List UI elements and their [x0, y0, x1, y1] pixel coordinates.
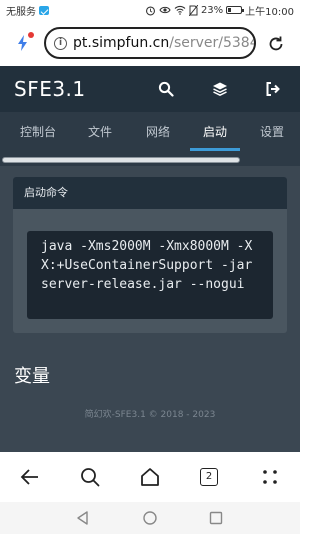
startup-command-card: 启动命令 java -Xms2000M -Xmx8000M -XX:+UseCo…	[13, 177, 287, 333]
app-header: SFE3.1	[0, 66, 300, 112]
back-arrow-icon[interactable]	[18, 465, 42, 489]
brand-title[interactable]: SFE3.1	[14, 77, 86, 101]
app-page: SFE3.1 控制台 文件 网络 启动 设置 启动命令 java -Xms200…	[0, 66, 300, 452]
status-left: 无服务	[6, 3, 49, 18]
reload-icon[interactable]	[266, 34, 286, 54]
tab-settings[interactable]: 设置	[250, 112, 294, 152]
system-nav-bar	[0, 502, 300, 534]
nav-back-icon[interactable]	[75, 510, 91, 526]
scrollbar-thumb[interactable]	[2, 157, 240, 163]
wifi-icon	[174, 5, 186, 15]
active-tab-indicator	[190, 148, 240, 151]
alarm-icon	[145, 5, 155, 15]
layers-icon[interactable]	[212, 81, 228, 97]
tab-files[interactable]: 文件	[78, 112, 122, 152]
battery-percent: 23%	[200, 4, 224, 16]
tab-network[interactable]: 网络	[136, 112, 180, 152]
search-icon[interactable]	[78, 465, 102, 489]
variables-heading: 变量	[14, 366, 50, 387]
nav-tabs: 控制台 文件 网络 启动 设置	[0, 112, 300, 152]
tab-console[interactable]: 控制台	[6, 112, 70, 152]
tabs-scrollbar[interactable]	[0, 152, 300, 166]
carrier-label: 无服务	[6, 6, 36, 18]
search-icon[interactable]	[158, 81, 174, 97]
site-logo-icon[interactable]	[12, 32, 34, 54]
url-input[interactable]: i pt.simpfun.cn/server/53844a	[44, 27, 256, 59]
browser-bottom-toolbar: 2	[0, 452, 300, 502]
url-host: pt.simpfun.cn	[73, 35, 170, 51]
nav-home-icon[interactable]	[142, 510, 158, 526]
footer-copyright: 简幻欢-SFE3.1 © 2018 - 2023	[84, 410, 216, 420]
logout-icon[interactable]	[265, 81, 281, 97]
browser-address-bar: i pt.simpfun.cn/server/53844a	[0, 20, 300, 66]
nav-recents-icon[interactable]	[208, 510, 224, 526]
shield-check-icon	[39, 5, 49, 15]
startup-command-text[interactable]: java -Xms2000M -Xmx8000M -XX:+UseContain…	[27, 231, 273, 319]
card-title: 启动命令	[13, 177, 287, 209]
battery-fill	[228, 8, 232, 12]
notification-dot	[28, 32, 34, 38]
eye-icon	[159, 6, 171, 14]
no-sim-icon	[188, 4, 198, 16]
tab-startup[interactable]: 启动	[193, 112, 237, 152]
url-path: /server/53844a	[169, 35, 254, 51]
tab-switcher-button[interactable]: 2	[200, 468, 218, 486]
clock: 上午10:00	[245, 6, 294, 18]
status-bar: 无服务 23% 上午10:00	[0, 0, 300, 20]
more-dots-icon[interactable]	[258, 465, 282, 489]
info-icon[interactable]: i	[54, 36, 67, 50]
home-icon[interactable]	[138, 465, 162, 489]
status-right: 23% 上午10:00	[145, 3, 294, 18]
battery-icon	[226, 6, 245, 14]
